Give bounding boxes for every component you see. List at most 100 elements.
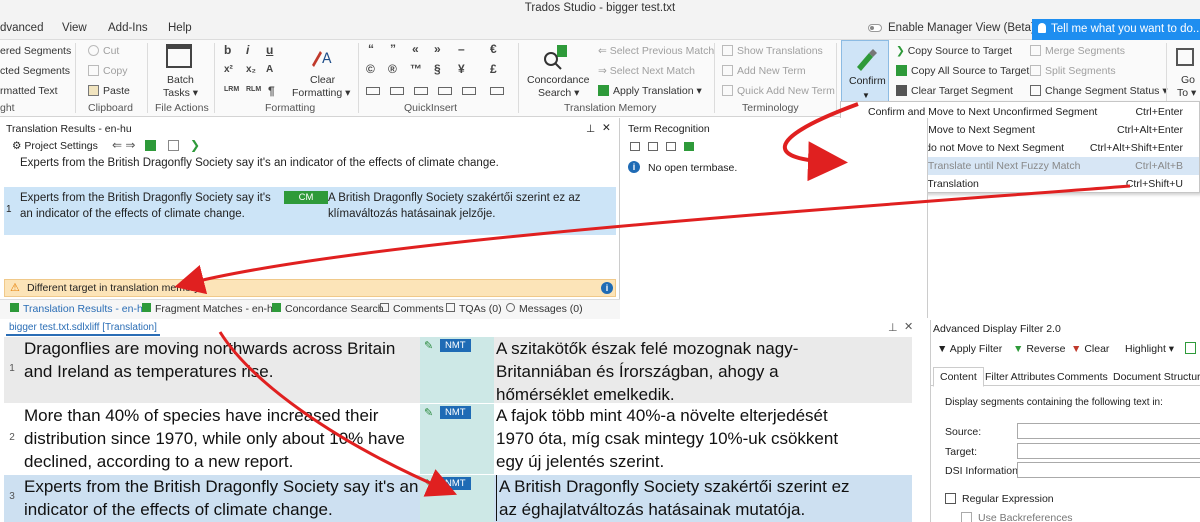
italic-icon[interactable]: i (246, 43, 249, 57)
add-new-term-button[interactable]: Add New Term (722, 65, 806, 77)
apply-filter-button[interactable]: ▼ Apply Filter (937, 343, 1002, 355)
copy-all-source-to-target[interactable]: Copy All Source to Target (896, 65, 1029, 77)
tm-icon[interactable] (145, 140, 156, 151)
term-tool-icon[interactable] (666, 142, 676, 151)
rtl-icon[interactable]: RLM (246, 86, 261, 93)
tab-tqas[interactable]: TQAs (0) (446, 303, 502, 315)
case-icon[interactable]: A (266, 64, 273, 75)
insert-line-break-icon[interactable] (462, 87, 476, 95)
cut-button[interactable]: Cut (88, 45, 119, 57)
tab-translation-results[interactable]: Translation Results - en-hu (10, 303, 149, 315)
project-settings-button[interactable]: ⚙ Project Settings (12, 140, 98, 152)
filter-icon[interactable] (168, 140, 179, 151)
insert-copyright[interactable]: © (366, 62, 375, 76)
term-export-icon[interactable] (684, 142, 694, 151)
insert-tab-icon[interactable] (414, 87, 428, 95)
tell-me-search[interactable]: Tell me what you want to do... (1032, 19, 1200, 40)
insert-en-dash[interactable]: – (458, 42, 465, 56)
paste-button[interactable]: Paste (88, 85, 130, 97)
regex-checkbox[interactable] (945, 493, 956, 504)
insert-registered[interactable]: ® (388, 62, 397, 76)
insert-section[interactable]: § (434, 62, 441, 76)
segment-row-3-active[interactable]: 3 Experts from the British Dragonfly Soc… (4, 475, 912, 522)
quick-add-term-button[interactable]: Quick Add New Term (722, 85, 835, 97)
term-tool-icon[interactable] (648, 142, 658, 151)
pin-icon[interactable]: ⊥ (888, 321, 898, 334)
menu-view[interactable]: View (62, 22, 87, 34)
select-next-match[interactable]: ⇒ Select Next Match (598, 65, 695, 77)
insert-right-quote[interactable]: ” (390, 42, 396, 56)
close-icon[interactable]: ✕ (602, 122, 611, 134)
go-to-button[interactable]: To ▾ (1177, 87, 1196, 99)
result-nav-icons[interactable]: ⇐ ⇒ (112, 138, 135, 152)
ribbon-selected-segments[interactable]: cted Segments (0, 65, 70, 77)
export-icon[interactable] (1185, 342, 1196, 354)
show-translations-button[interactable]: Show Translations (722, 45, 823, 57)
tab-filter-attributes[interactable]: Filter Attributes (985, 371, 1055, 383)
tab-comments[interactable]: Comments (380, 303, 444, 315)
source-filter-input[interactable] (1017, 423, 1200, 439)
pin-icon[interactable]: ⊥ (586, 123, 595, 135)
batch-tasks-button[interactable]: Tasks ▾ (163, 87, 198, 99)
manager-view-toggle[interactable]: Enable Manager View (Beta) (868, 22, 1035, 34)
backrefs-checkbox[interactable] (961, 512, 972, 522)
tab-fragment-matches[interactable]: Fragment Matches - en-hu (142, 303, 279, 315)
insert-left-guillemet[interactable]: « (412, 42, 419, 56)
insert-pound[interactable]: £ (490, 62, 497, 76)
tab-messages[interactable]: Messages (0) (506, 303, 583, 315)
chevron-right-icon[interactable]: ❯ (190, 138, 200, 152)
merge-segments-button[interactable]: Merge Segments (1030, 45, 1125, 57)
menu-advanced[interactable]: dvanced (0, 22, 43, 34)
segment-target[interactable]: A fajok több mint 40%-a növelte elterjed… (496, 404, 866, 473)
dsi-filter-input[interactable] (1017, 462, 1200, 478)
concordance-search-button[interactable]: Search ▾ (538, 87, 579, 99)
tab-concordance-search[interactable]: Concordance Search (272, 303, 384, 315)
pilcrow-icon[interactable]: ¶ (268, 84, 275, 98)
menu-help[interactable]: Help (168, 22, 192, 34)
reverse-filter-button[interactable]: ▼ Reverse (1013, 343, 1065, 355)
tab-content[interactable]: Content (933, 367, 984, 387)
ltr-icon[interactable]: LRM (224, 86, 239, 93)
subscript-icon[interactable]: x₂ (246, 64, 256, 75)
document-tab[interactable]: bigger test.txt.sdlxliff [Translation] (6, 322, 160, 336)
ribbon-filtered-segments[interactable]: ered Segments (0, 45, 71, 57)
insert-trademark[interactable]: ™ (410, 62, 422, 76)
batch-label[interactable]: Batch (167, 74, 194, 86)
insert-more-icon[interactable] (490, 87, 504, 95)
insert-left-quote[interactable]: “ (368, 42, 374, 56)
segment-target-editing[interactable]: A British Dragonfly Society szakértői sz… (496, 475, 866, 521)
segment-row-2[interactable]: 2 More than 40% of species have increase… (4, 404, 912, 474)
apply-translation-button[interactable]: Apply Translation ▾ (598, 85, 702, 97)
insert-euro[interactable]: € (490, 42, 497, 56)
segment-target[interactable]: A szitakötők észak felé mozognak nagy-Br… (496, 337, 866, 406)
concordance-label[interactable]: Concordance (527, 74, 589, 86)
go-label[interactable]: Go (1181, 74, 1195, 86)
underline-icon[interactable]: u (266, 43, 273, 57)
segment-row-1[interactable]: 1 Dragonflies are moving northwards acro… (4, 337, 912, 406)
change-segment-status-button[interactable]: Change Segment Status ▾ (1030, 85, 1168, 97)
translation-result-row[interactable]: 1 Experts from the British Dragonfly Soc… (4, 187, 616, 235)
copy-source-to-target[interactable]: ❯ Copy Source to Target (896, 45, 1012, 57)
tab-comments[interactable]: Comments (1057, 371, 1108, 383)
close-icon[interactable]: ✕ (904, 320, 913, 333)
menu-add-ins[interactable]: Add-Ins (108, 22, 148, 34)
info-icon[interactable]: i (601, 282, 613, 294)
copy-button[interactable]: Copy (88, 65, 128, 77)
insert-nbsp-icon[interactable] (390, 87, 404, 95)
target-filter-input[interactable] (1017, 443, 1200, 459)
tab-document-structure[interactable]: Document Structure (1113, 371, 1200, 383)
split-segments-button[interactable]: Split Segments (1030, 65, 1116, 77)
clear-formatting-button[interactable]: Formatting ▾ (292, 87, 350, 99)
superscript-icon[interactable]: x² (224, 64, 233, 75)
clear-label[interactable]: Clear (310, 74, 335, 86)
term-tool-icon[interactable] (630, 142, 640, 151)
select-previous-match[interactable]: ⇐ Select Previous Match (598, 45, 714, 57)
insert-right-guillemet[interactable]: » (434, 42, 441, 56)
clear-target-segment[interactable]: Clear Target Segment (896, 85, 1013, 97)
highlight-dropdown[interactable]: Highlight ▾ (1125, 343, 1174, 355)
bold-icon[interactable]: b (224, 43, 231, 57)
clear-filter-button[interactable]: ▼ Clear (1071, 343, 1109, 355)
ribbon-formatted-text[interactable]: rmatted Text (0, 85, 58, 97)
insert-hyphen-icon[interactable] (438, 87, 452, 95)
insert-space-icon[interactable] (366, 87, 380, 95)
